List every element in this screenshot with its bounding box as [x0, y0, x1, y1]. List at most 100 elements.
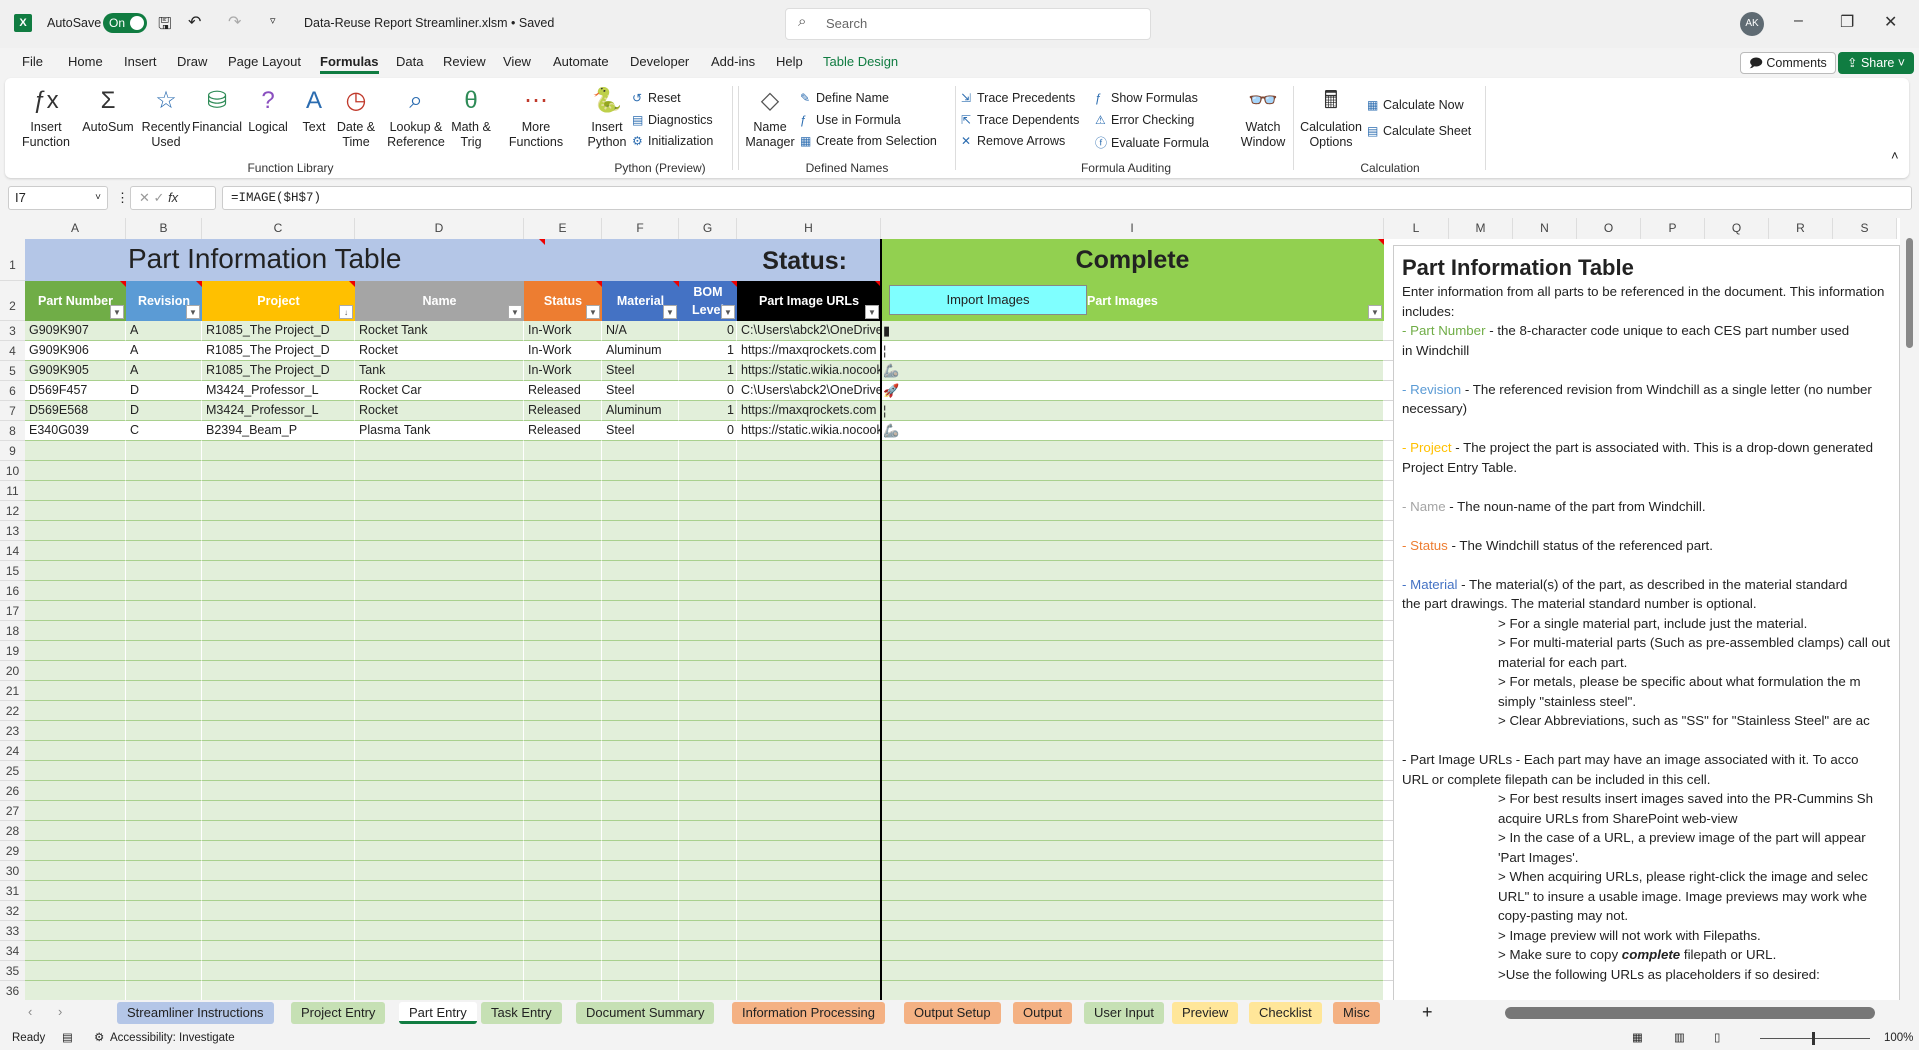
row-header-17[interactable]: 17 [0, 601, 25, 621]
formula-auditing-4-button[interactable]: ⚠ Error Checking [1095, 113, 1194, 127]
empty-cell[interactable] [355, 521, 524, 541]
empty-cell[interactable] [679, 821, 737, 841]
empty-cell[interactable] [602, 521, 679, 541]
cell-D8[interactable]: Plasma Tank [355, 421, 524, 441]
empty-cell[interactable] [602, 701, 679, 721]
empty-cell[interactable] [679, 661, 737, 681]
cell-B4[interactable]: A [126, 341, 202, 361]
menu-tab-review[interactable]: Review [443, 54, 486, 69]
cell-C8[interactable]: B2394_Beam_P [202, 421, 355, 441]
empty-cell[interactable] [202, 941, 355, 961]
cell-I3[interactable]: ▮ [881, 321, 1384, 341]
empty-cell[interactable] [355, 821, 524, 841]
empty-cell[interactable] [25, 461, 126, 481]
horizontal-scrollbar[interactable] [1505, 1007, 1875, 1019]
import-images-button[interactable]: Import Images [889, 285, 1087, 315]
empty-cell[interactable] [524, 921, 602, 941]
empty-cell[interactable] [881, 961, 1384, 981]
empty-cell[interactable] [524, 821, 602, 841]
empty-cell[interactable] [524, 561, 602, 581]
empty-cell[interactable] [524, 901, 602, 921]
empty-cell[interactable] [202, 841, 355, 861]
empty-cell[interactable] [202, 681, 355, 701]
empty-cell[interactable] [126, 861, 202, 881]
cell-E7[interactable]: Released [524, 401, 602, 421]
empty-cell[interactable] [126, 601, 202, 621]
column-header-S[interactable]: S [1833, 218, 1897, 239]
empty-cell[interactable] [126, 561, 202, 581]
empty-cell[interactable] [202, 821, 355, 841]
row-header-33[interactable]: 33 [0, 921, 25, 941]
cell-G6[interactable]: 0 [679, 381, 737, 401]
empty-cell[interactable] [679, 621, 737, 641]
empty-cell[interactable] [737, 681, 881, 701]
insert-python-button[interactable]: 🐍 Insert Python [585, 86, 629, 150]
cell-E3[interactable]: In-Work [524, 321, 602, 341]
empty-cell[interactable] [524, 521, 602, 541]
row-header-18[interactable]: 18 [0, 621, 25, 641]
ribbon-recently-used-button[interactable]: ☆ Recently Used [140, 86, 192, 150]
empty-cell[interactable] [126, 821, 202, 841]
empty-cell[interactable] [679, 481, 737, 501]
empty-cell[interactable] [524, 761, 602, 781]
cell-B7[interactable]: D [126, 401, 202, 421]
empty-cell[interactable] [25, 901, 126, 921]
header-project[interactable]: Project ↓ [202, 281, 355, 321]
empty-cell[interactable] [355, 701, 524, 721]
row-header-30[interactable]: 30 [0, 861, 25, 881]
page-break-view-icon[interactable]: ▯ [1714, 1027, 1720, 1050]
empty-cell[interactable] [355, 561, 524, 581]
python-reset-button[interactable]: ↺ Reset [632, 91, 681, 105]
empty-cell[interactable] [737, 541, 881, 561]
row-header-15[interactable]: 15 [0, 561, 25, 581]
cell-E6[interactable]: Released [524, 381, 602, 401]
empty-cell[interactable] [679, 761, 737, 781]
cell-B3[interactable]: A [126, 321, 202, 341]
row-header-25[interactable]: 25 [0, 761, 25, 781]
empty-cell[interactable] [881, 981, 1384, 1000]
empty-cell[interactable] [524, 941, 602, 961]
cell-G5[interactable]: 1 [679, 361, 737, 381]
empty-cell[interactable] [881, 901, 1384, 921]
empty-cell[interactable] [737, 841, 881, 861]
column-header-N[interactable]: N [1513, 218, 1577, 239]
row-header-27[interactable]: 27 [0, 801, 25, 821]
menu-tab-draw[interactable]: Draw [177, 54, 207, 69]
row-header-28[interactable]: 28 [0, 821, 25, 841]
empty-cell[interactable] [202, 481, 355, 501]
empty-cell[interactable] [126, 581, 202, 601]
empty-cell[interactable] [355, 481, 524, 501]
ribbon-lookup-reference-button[interactable]: ⌕ Lookup & Reference [385, 86, 447, 150]
empty-cell[interactable] [679, 721, 737, 741]
row-header-23[interactable]: 23 [0, 721, 25, 741]
empty-cell[interactable] [881, 561, 1384, 581]
row-header-21[interactable]: 21 [0, 681, 25, 701]
cell-B6[interactable]: D [126, 381, 202, 401]
cell-F6[interactable]: Steel [602, 381, 679, 401]
empty-cell[interactable] [679, 961, 737, 981]
avatar[interactable]: AK [1740, 12, 1764, 36]
row-header-29[interactable]: 29 [0, 841, 25, 861]
empty-cell[interactable] [737, 981, 881, 1000]
formula-auditing-1-button[interactable]: ⇱ Trace Dependents [961, 113, 1079, 127]
empty-cell[interactable] [126, 621, 202, 641]
row-header-4[interactable]: 4 [0, 341, 25, 361]
menu-tab-developer[interactable]: Developer [630, 54, 689, 69]
worksheet-grid[interactable]: A B C D E F G H I L M N O P Q R S 1 2 3 4 5 6 7 8 9 10 11 12 13 14 15 16… [0, 218, 1900, 1000]
formula-auditing-2-button[interactable]: ✕ Remove Arrows [961, 134, 1065, 148]
row-header-26[interactable]: 26 [0, 781, 25, 801]
formula-input[interactable]: =IMAGE($H$7) [222, 186, 1912, 210]
cell-C6[interactable]: M3424_Professor_L [202, 381, 355, 401]
empty-cell[interactable] [202, 601, 355, 621]
empty-cell[interactable] [355, 721, 524, 741]
cell-A7[interactable]: D569E568 [25, 401, 126, 421]
empty-cell[interactable] [737, 921, 881, 941]
sheet-tab-document-summary[interactable]: Document Summary [576, 1002, 715, 1024]
empty-cell[interactable] [202, 521, 355, 541]
row-header-8[interactable]: 8 [0, 421, 25, 441]
empty-cell[interactable] [355, 641, 524, 661]
python-diagnostics-button[interactable]: ▤ Diagnostics [632, 113, 713, 127]
empty-cell[interactable] [602, 461, 679, 481]
file-title[interactable]: Data-Reuse Report Streamliner.xlsm • Sav… [304, 16, 554, 30]
empty-cell[interactable] [881, 741, 1384, 761]
